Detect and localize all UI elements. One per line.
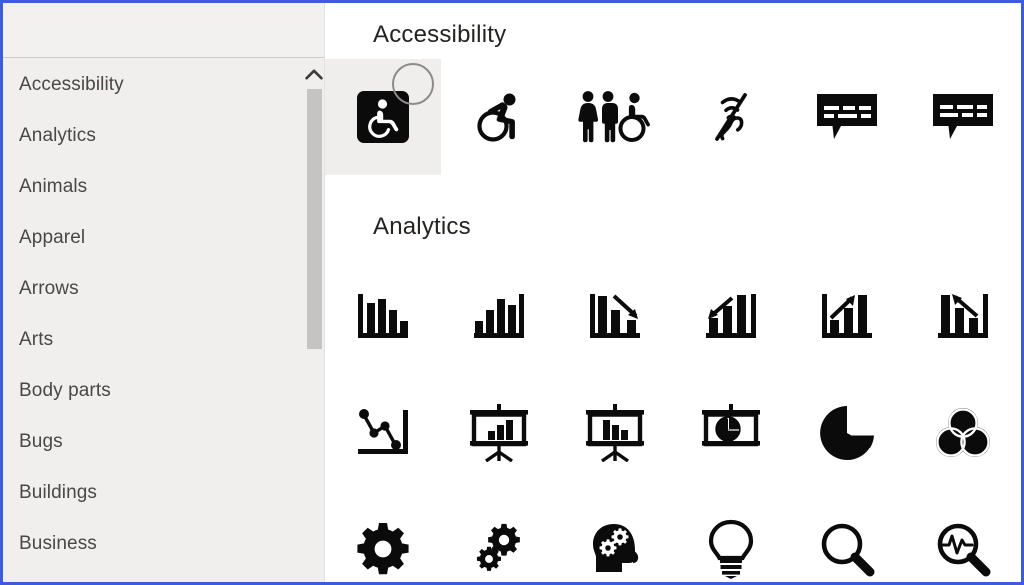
icon-cell-presentation-bar-chart[interactable] [441,375,557,491]
icon-cell-magnifier[interactable] [789,491,905,582]
icon-row [325,491,1021,582]
head-gears-icon [593,524,639,572]
icon-cell-magnifier-pulse[interactable] [905,491,1021,582]
cursor-ring-indicator [392,63,434,105]
category-sidebar: Accessibility Analytics Animals Apparel … [3,3,325,582]
icon-row [325,59,1021,175]
sidebar-item-business[interactable]: Business [3,518,325,569]
icon-cell-wheelchair-active[interactable] [441,59,557,175]
sidebar-item-bugs[interactable]: Bugs [3,416,325,467]
bar-chart-up-arrow-icon [822,294,872,338]
sidebar-item-analytics[interactable]: Analytics [3,110,325,161]
icon-cell-head-gears[interactable] [557,491,673,582]
presentation-bar-chart-alt-icon [586,404,644,462]
bar-chart-arrow-up-left-icon [938,294,988,338]
icon-cell-venn-diagram[interactable] [905,375,1021,491]
icon-row [325,375,1021,491]
icon-cell-bar-chart-arrow-down-left[interactable] [673,259,789,375]
icon-cell-closed-caption-alt[interactable] [905,59,1021,175]
line-chart-nodes-icon [358,409,408,454]
sidebar-item-buildings[interactable]: Buildings [3,467,325,518]
bar-chart-down-arrow-icon [590,294,640,338]
category-list[interactable]: Accessibility Analytics Animals Apparel … [3,59,325,582]
sidebar-item-animals[interactable]: Animals [3,161,325,212]
venn-diagram-icon [936,408,990,457]
section-title-analytics: Analytics [373,213,471,240]
bar-chart-descending-icon [358,294,408,338]
chevron-up-icon[interactable] [303,59,325,89]
gear-icon [357,523,409,575]
accessible-restroom-icon [578,91,651,143]
sidebar-item-accessibility[interactable]: Accessibility [3,59,325,110]
sidebar-scrollbar-thumb[interactable] [307,89,322,349]
magnifier-pulse-icon [937,523,991,577]
icon-grid-analytics [325,259,1021,582]
sidebar-item-arts[interactable]: Arts [3,314,325,365]
bar-chart-ascending-icon [474,294,524,338]
magnifier-icon [821,523,875,577]
icon-cell-presentation-bar-chart-alt[interactable] [557,375,673,491]
presentation-bar-chart-icon [470,404,528,462]
icon-cell-bar-chart-up-arrow[interactable] [789,259,905,375]
lightbulb-icon [708,519,754,579]
icon-cell-deaf-ear[interactable] [673,59,789,175]
sidebar-item-arrows[interactable]: Arrows [3,263,325,314]
icon-cell-bar-chart-down-arrow[interactable] [557,259,673,375]
icon-cell-bar-chart-arrow-up-left[interactable] [905,259,1021,375]
deaf-ear-icon [715,93,747,141]
sidebar-scrollbar[interactable] [303,59,325,582]
icon-cell-bar-chart-descending[interactable] [325,259,441,375]
icon-cell-bar-chart-ascending[interactable] [441,259,557,375]
sidebar-header [3,3,325,58]
closed-caption-alt-icon [933,94,993,139]
icon-gallery: Accessibility Analytics [325,3,1021,582]
icon-cell-presentation-pie-chart[interactable] [673,375,789,491]
icon-row [325,259,1021,375]
icon-cell-closed-caption[interactable] [789,59,905,175]
sidebar-item-apparel[interactable]: Apparel [3,212,325,263]
icon-grid-accessibility [325,59,1021,175]
icon-cell-accessible-restroom[interactable] [557,59,673,175]
gears-icon [476,523,520,571]
icon-picker-window: Accessibility Analytics Animals Apparel … [0,0,1024,585]
icon-cell-wheelchair-sign[interactable] [325,59,441,175]
icon-cell-lightbulb[interactable] [673,491,789,582]
section-title-accessibility: Accessibility [373,21,507,48]
wheelchair-active-icon [477,93,516,142]
presentation-pie-chart-icon [702,404,760,447]
icon-cell-pie-chart[interactable] [789,375,905,491]
bar-chart-arrow-down-left-icon [706,294,756,338]
pie-chart-icon [820,406,874,460]
icon-cell-gears[interactable] [441,491,557,582]
sidebar-item-body-parts[interactable]: Body parts [3,365,325,416]
icon-cell-line-chart-nodes[interactable] [325,375,441,491]
icon-cell-gear[interactable] [325,491,441,582]
closed-caption-icon [817,94,877,139]
